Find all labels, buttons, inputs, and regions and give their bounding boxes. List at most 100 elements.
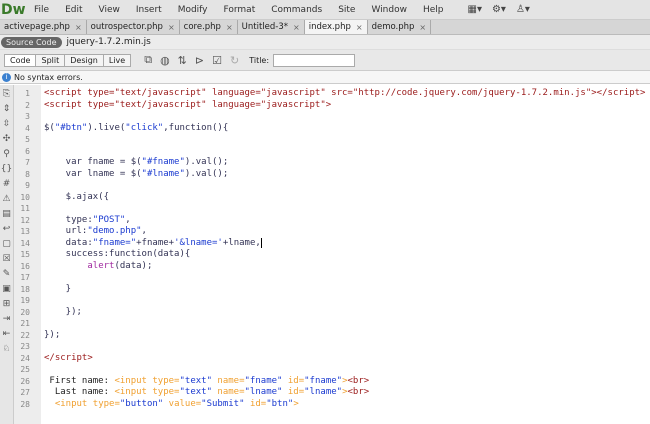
design-view-button[interactable]: Design xyxy=(64,53,104,67)
tab-outrospector-php[interactable]: outrospector.php × xyxy=(87,20,180,34)
open-documents-icon[interactable]: ⎘ xyxy=(3,89,10,99)
code-line: <input type="button" value="Submit" id="… xyxy=(44,399,650,411)
menu-window[interactable]: Window xyxy=(363,5,415,15)
code-token: Last name: xyxy=(44,387,115,397)
wrap-tag-icon[interactable]: ✎ xyxy=(3,269,11,279)
code-token: value= xyxy=(163,398,202,409)
menu-insert[interactable]: Insert xyxy=(128,5,170,15)
code-token: data: xyxy=(44,237,93,248)
move-css-icon[interactable]: ⊞ xyxy=(3,299,11,309)
gear-icon[interactable]: ⚙▾ xyxy=(492,4,506,15)
line-number: 11 xyxy=(20,204,30,213)
code-line: <script type="text/javascript" language=… xyxy=(44,88,650,100)
close-icon[interactable]: × xyxy=(293,23,300,32)
line-number: 17 xyxy=(20,273,30,282)
close-icon[interactable]: × xyxy=(356,23,363,32)
title-label: Title: xyxy=(249,55,270,65)
dreamweaver-logo: Dw xyxy=(1,1,26,18)
close-icon[interactable]: × xyxy=(168,23,175,32)
code-token: id= xyxy=(244,398,267,409)
apply-comment-icon[interactable]: ▢ xyxy=(2,239,11,249)
validate-icon[interactable]: ☑ xyxy=(212,54,222,67)
menu-help[interactable]: Help xyxy=(415,5,452,15)
text-cursor xyxy=(260,237,262,248)
code-area[interactable]: <script type="text/javascript" language=… xyxy=(41,85,650,424)
close-icon[interactable]: × xyxy=(226,23,233,32)
menu-view[interactable]: View xyxy=(91,5,128,15)
code-token: <br> xyxy=(347,375,370,386)
code-token: "fname=" xyxy=(92,237,137,248)
line-numbers-icon[interactable]: # xyxy=(3,179,11,189)
code-token: "lname" xyxy=(304,387,343,397)
refresh-icon[interactable]: ↻ xyxy=(230,54,239,67)
code-editor[interactable]: ⎘ ⇕ ⇳ ✣ ⚲ {} # ⚠ ▤ ↩ ▢ ☒ ✎ ▣ ⊞ ⇥ ⇤ ♘ 123… xyxy=(0,85,650,424)
visual-aids-icon[interactable]: ⊳ xyxy=(195,54,204,67)
tab-activepage-php[interactable]: activepage.php × xyxy=(0,20,87,34)
code-token: "lname" xyxy=(244,387,283,397)
line-number: 10 xyxy=(20,192,30,202)
title-input[interactable] xyxy=(273,53,356,67)
syntax-error-icon[interactable]: ▤ xyxy=(2,209,11,219)
code-token: alert xyxy=(87,260,115,271)
line-number: 25 xyxy=(20,365,30,374)
line-number: 26 xyxy=(20,376,30,386)
preview-browser-icon[interactable]: ◍ xyxy=(160,54,170,67)
code-line: <script type="text/javascript" language=… xyxy=(44,100,650,112)
line-number: 22 xyxy=(20,330,30,340)
code-token: name= xyxy=(212,375,245,386)
menu-modify[interactable]: Modify xyxy=(170,5,216,15)
tab-untitled-3-[interactable]: Untitled-3* × xyxy=(238,20,305,34)
code-token: id= xyxy=(282,375,305,386)
code-token: var fname = $( xyxy=(44,157,142,167)
indent-icon[interactable]: ⇥ xyxy=(3,314,11,324)
split-view-button[interactable]: Split xyxy=(35,53,66,67)
tab-core-php[interactable]: core.php × xyxy=(180,20,238,34)
menu-format[interactable]: Format xyxy=(216,5,264,15)
word-wrap-icon[interactable]: ↩ xyxy=(3,224,11,234)
code-line: data:"fname="+fname+'&lname='+lname, xyxy=(44,237,650,250)
line-number: 3 xyxy=(25,112,30,121)
tab-index-php[interactable]: index.php × xyxy=(304,20,368,34)
expand-all-icon[interactable]: ✣ xyxy=(3,134,11,144)
recent-snippets-icon[interactable]: ▣ xyxy=(2,284,11,294)
code-token: type: xyxy=(44,214,93,225)
highlight-invalid-icon[interactable]: ⚠ xyxy=(2,194,10,204)
menu-commands[interactable]: Commands xyxy=(263,5,330,15)
balance-braces-icon[interactable]: {} xyxy=(1,164,12,174)
menu-site[interactable]: Site xyxy=(330,5,363,15)
select-parent-icon[interactable]: ⚲ xyxy=(3,149,10,159)
format-source-icon[interactable]: ♘ xyxy=(2,344,10,354)
related-file-jquery[interactable]: jquery-1.7.2.min.js xyxy=(67,37,151,47)
user-icon[interactable]: ♙▾ xyxy=(516,4,530,15)
outdent-icon[interactable]: ⇤ xyxy=(3,329,11,339)
line-number: 9 xyxy=(25,181,30,190)
close-icon[interactable]: × xyxy=(419,23,426,32)
code-view-button[interactable]: Code xyxy=(4,53,37,67)
code-token: +fname+ xyxy=(136,237,175,248)
source-code-button[interactable]: Source Code xyxy=(1,36,62,48)
code-token: ).live( xyxy=(87,122,126,133)
remove-comment-icon[interactable]: ☒ xyxy=(2,254,10,264)
menu-edit[interactable]: Edit xyxy=(57,5,90,15)
code-token: "click" xyxy=(125,122,164,133)
tab-label: outrospector.php xyxy=(90,22,163,32)
tab-label: activepage.php xyxy=(4,22,70,32)
collapse-tag-icon[interactable]: ⇕ xyxy=(3,104,11,114)
close-icon[interactable]: × xyxy=(75,23,82,32)
menu-file[interactable]: File xyxy=(26,5,57,15)
code-token: (data); xyxy=(114,260,153,271)
document-tabs: activepage.php × outrospector.php × core.php… xyxy=(0,20,650,35)
multiscreen-icon[interactable]: ⧉ xyxy=(144,53,152,67)
code-line: url:"demo.php", xyxy=(44,226,650,238)
layout-icon[interactable]: ▦▾ xyxy=(468,4,482,15)
tab-demo-php[interactable]: demo.php × xyxy=(368,20,432,34)
live-view-button[interactable]: Live xyxy=(102,53,132,67)
collapse-selection-icon[interactable]: ⇳ xyxy=(3,119,11,129)
code-token: url: xyxy=(44,226,88,236)
code-token: <input type= xyxy=(114,375,180,386)
code-token: <script type="text/javascript" language=… xyxy=(44,88,646,98)
file-management-icon[interactable]: ⇅ xyxy=(178,54,187,67)
